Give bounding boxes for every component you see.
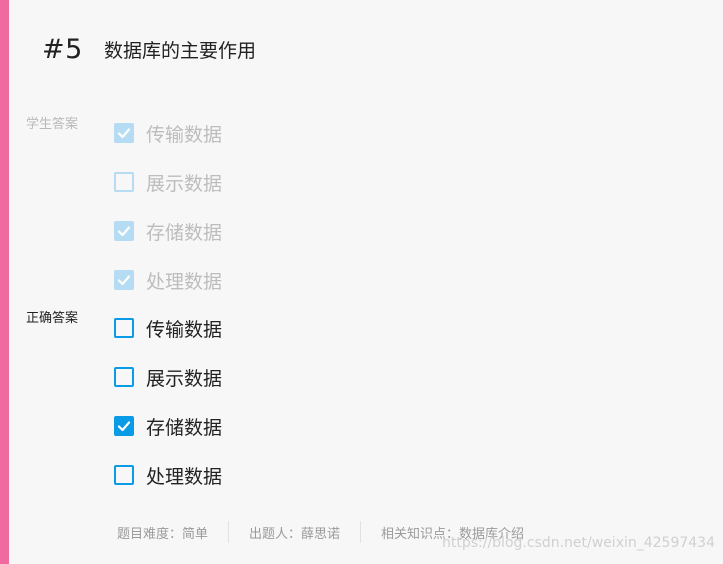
student-option-4: 处理数据 (114, 267, 222, 293)
meta-divider (228, 521, 230, 543)
option-text: 处理数据 (146, 465, 223, 488)
checkbox-checked-icon (114, 221, 134, 241)
student-option-1: 传输数据 (114, 120, 222, 146)
option-text: 存储数据 (146, 221, 223, 244)
checkbox-checked-icon (114, 270, 134, 290)
meta-divider (360, 521, 362, 543)
question-title: 数据库的主要作用 (104, 40, 257, 62)
correct-option-1: 传输数据 (114, 315, 222, 341)
checkbox-checked-icon (114, 123, 134, 143)
option-text: 存储数据 (146, 416, 223, 439)
checkbox-unchecked-icon (114, 367, 134, 387)
difficulty-text: 题目难度：简单 (117, 526, 209, 542)
option-text: 展示数据 (146, 172, 223, 195)
option-text: 展示数据 (146, 367, 223, 390)
question-card: #5 数据库的主要作用 学生答案 传输数据 展示数据 存储数据 处理数据 正确答… (0, 0, 723, 564)
question-number: #5 (42, 34, 83, 65)
checkbox-unchecked-icon (114, 318, 134, 338)
checkbox-checked-icon (114, 416, 134, 436)
correct-option-4: 处理数据 (114, 462, 222, 488)
option-text: 传输数据 (146, 123, 223, 146)
correct-option-2: 展示数据 (114, 364, 222, 390)
correct-answer-label: 正确答案 (26, 311, 79, 326)
accent-bar (0, 0, 9, 564)
checkbox-unchecked-icon (114, 465, 134, 485)
option-text: 处理数据 (146, 270, 223, 293)
author-text: 出题人：薛思诺 (249, 526, 341, 542)
option-text: 传输数据 (146, 318, 223, 341)
correct-option-3: 存储数据 (114, 413, 222, 439)
student-option-2: 展示数据 (114, 169, 222, 195)
watermark: https://blog.csdn.net/weixin_42597434 (441, 535, 715, 551)
student-option-3: 存储数据 (114, 218, 222, 244)
student-answer-label: 学生答案 (26, 117, 79, 132)
checkbox-unchecked-icon (114, 172, 134, 192)
